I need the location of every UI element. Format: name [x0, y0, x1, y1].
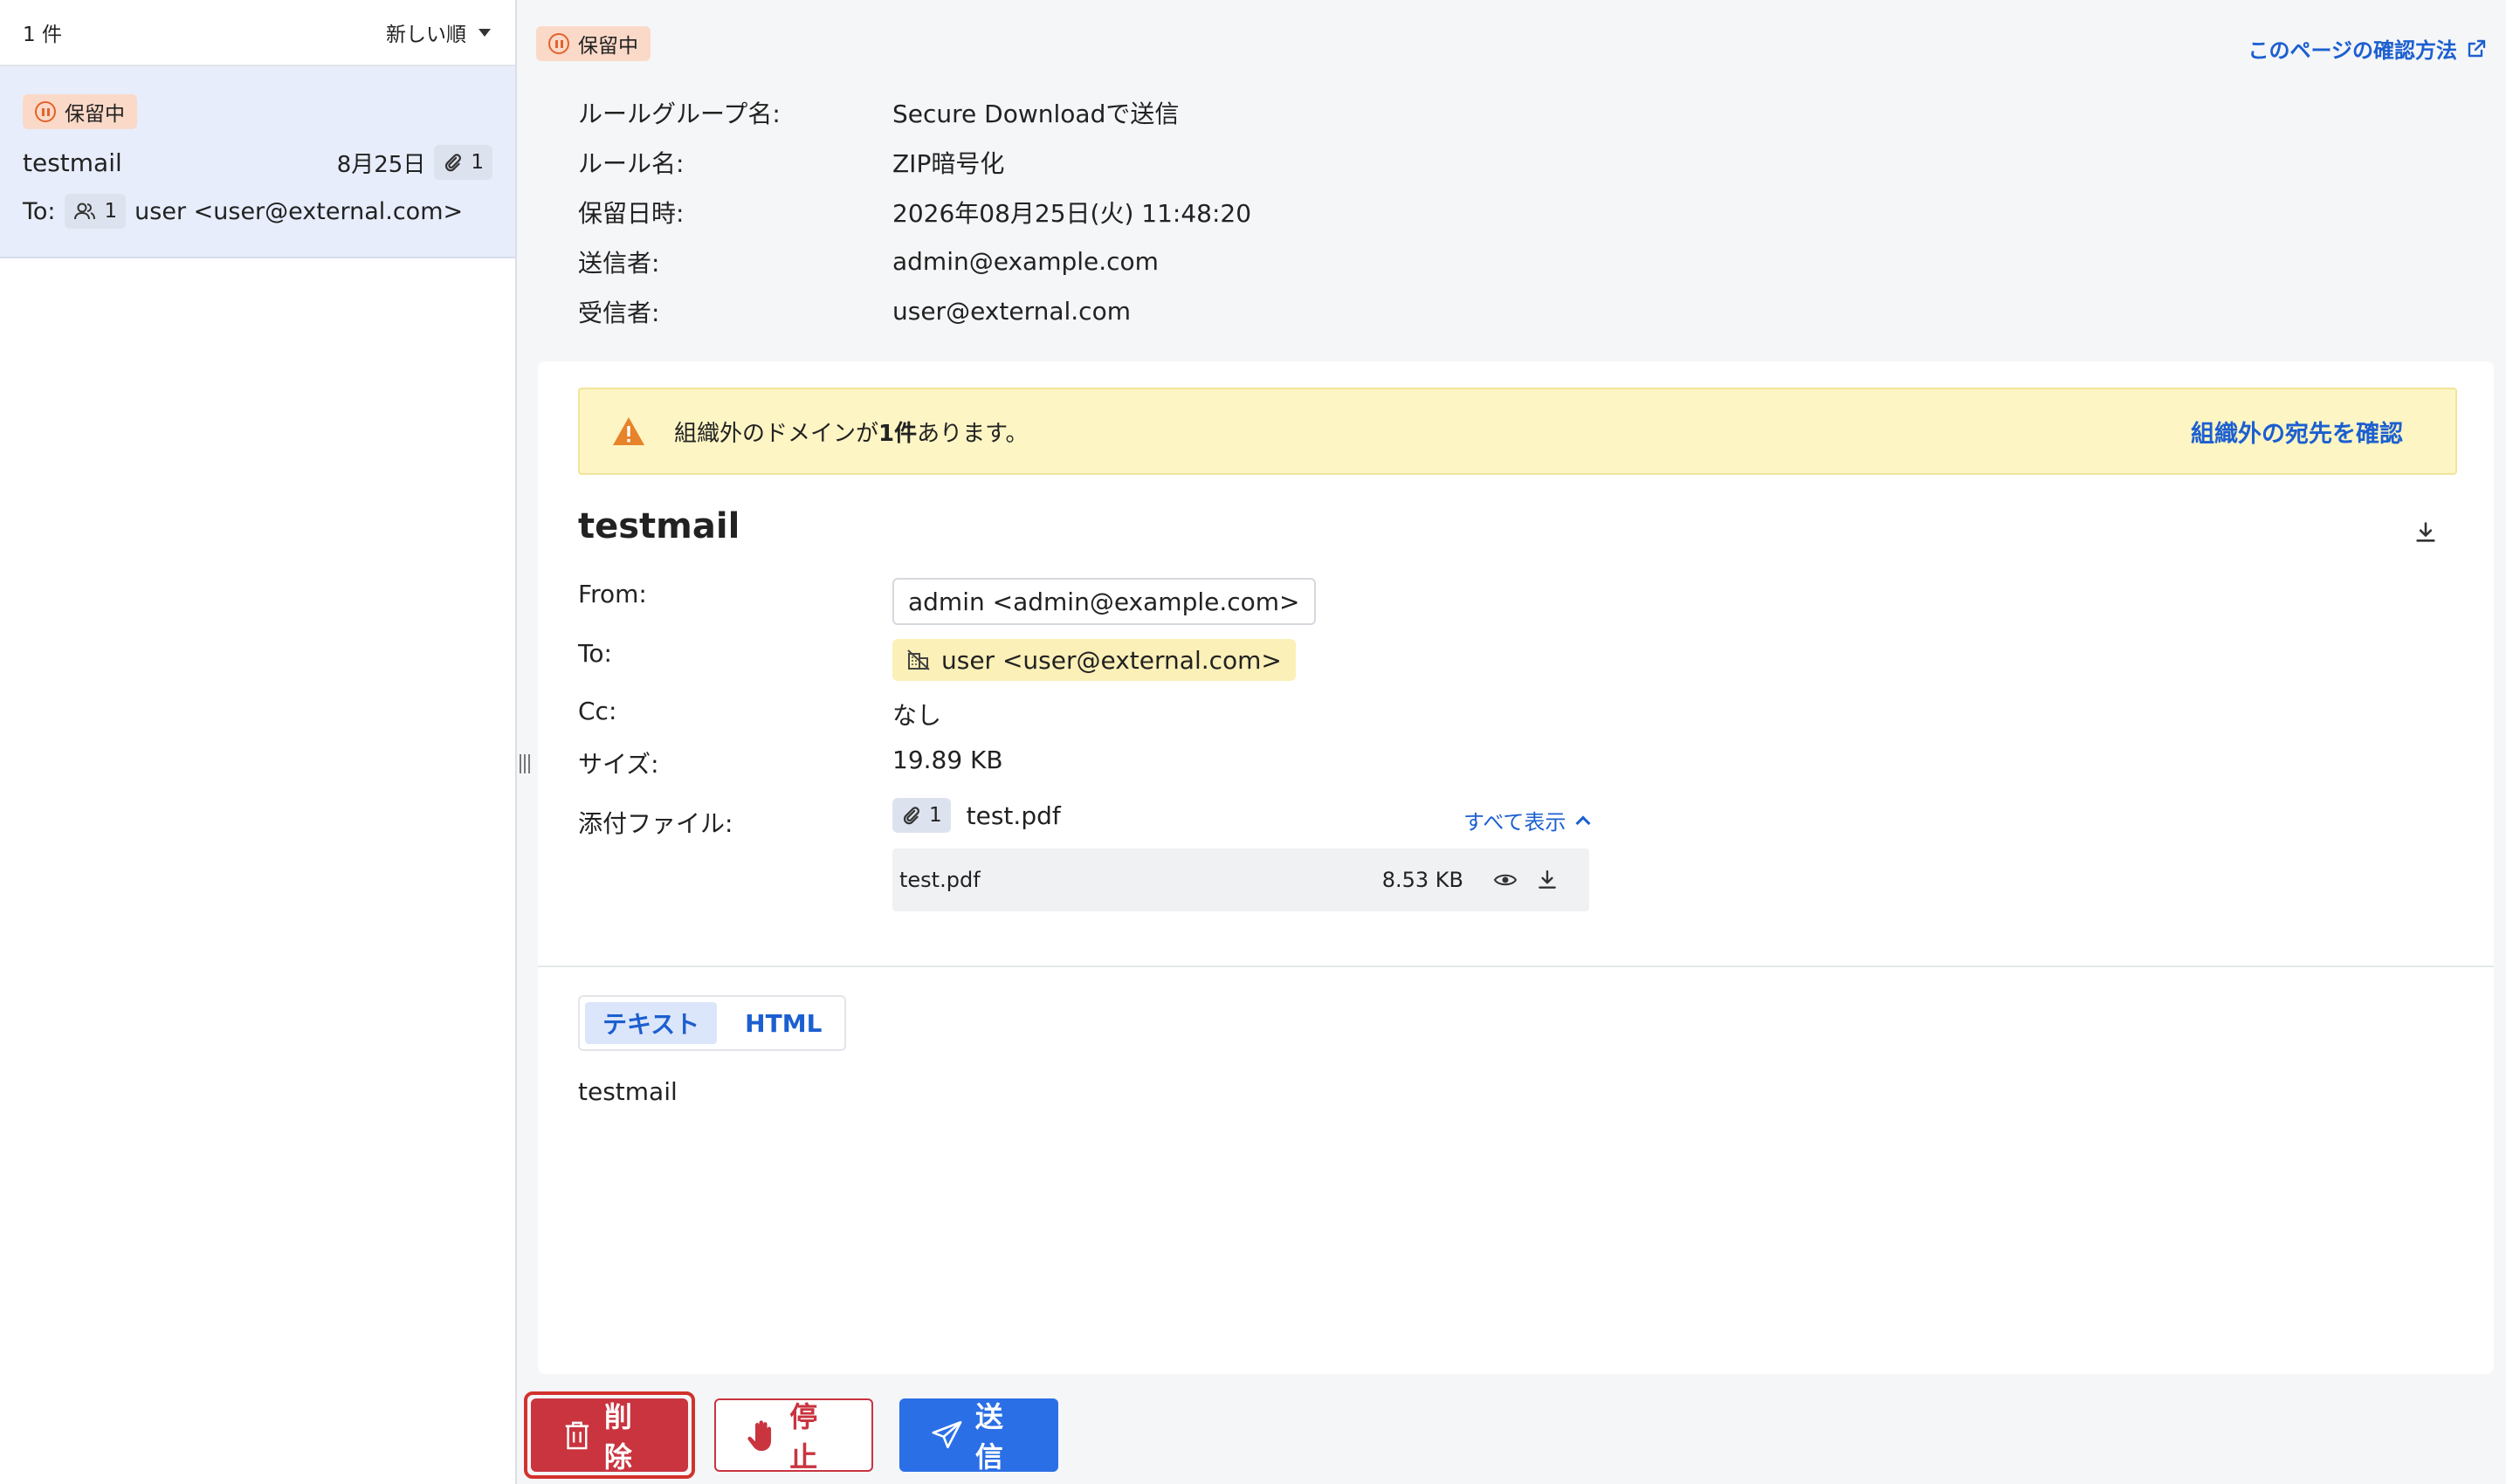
list-item[interactable]: 保留中 testmail 8月25日 1 To: 1 user <user@ex…	[0, 66, 515, 258]
eye-icon[interactable]	[1484, 859, 1526, 901]
trash-icon	[565, 1421, 589, 1450]
attachment-count: 1	[929, 804, 942, 827]
meta-value: 2026年08月25日(火) 11:48:20	[892, 198, 1252, 228]
attachment-list-item: test.pdf 8.53 KB	[892, 848, 1589, 911]
pause-icon	[35, 101, 56, 122]
stop-button[interactable]: 停止	[714, 1398, 873, 1474]
divider	[538, 965, 2494, 967]
status-label: 保留中	[578, 35, 638, 58]
list-item-date: 8月25日	[336, 151, 426, 178]
meta-value: user@external.com	[892, 297, 1131, 326]
mail-card: 組織外のドメインが1件あります。 組織外の宛先を確認 testmail From…	[538, 361, 2494, 1374]
send-label: 送信	[974, 1400, 1003, 1474]
paperclip-icon	[903, 807, 919, 825]
check-external-recipients-link[interactable]: 組織外の宛先を確認	[2191, 415, 2403, 449]
send-button[interactable]: 送信	[899, 1398, 1058, 1474]
tab-html[interactable]: HTML	[727, 1002, 839, 1044]
meta-row-hold-date: 保留日時: 2026年08月25日(火) 11:48:20	[578, 187, 1251, 237]
meta-value: Secure Downloadで送信	[892, 99, 1180, 128]
status-badge: 保留中	[23, 94, 137, 129]
sort-dropdown[interactable]: 新しい順	[386, 17, 491, 47]
meta-value: admin@example.com	[892, 247, 1159, 276]
meta-key: ルール名:	[578, 148, 685, 178]
delete-button[interactable]: 削除	[531, 1398, 688, 1474]
meta-row-rule-group: ルールグループ名: Secure Downloadで送信	[578, 87, 1251, 137]
from-field: admin <admin@example.com>	[892, 578, 1316, 625]
help-link[interactable]: このページの確認方法	[2248, 33, 2487, 64]
mail-list-pane: 1 件 新しい順 保留中 testmail 8月25日 1 To: 1 user…	[0, 0, 517, 1484]
download-icon[interactable]	[1526, 859, 1568, 901]
attachment-count: 1	[471, 151, 484, 174]
attachment-name: test.pdf	[966, 800, 1061, 830]
paper-plane-icon	[932, 1420, 962, 1449]
external-domain-icon	[907, 649, 930, 670]
list-item-recipient: user <user@external.com>	[134, 197, 464, 225]
delete-button-focus-ring: 削除	[524, 1391, 695, 1479]
download-icon[interactable]	[2405, 512, 2447, 553]
status-badge: 保留中	[536, 26, 651, 61]
meta-value: ZIP暗号化	[892, 148, 1005, 178]
attachments-label: 添付ファイル:	[578, 809, 733, 838]
meta-key: ルールグループ名:	[578, 99, 781, 128]
attachment-count-badge: 1	[434, 145, 492, 180]
meta-row-recipient: 受信者: user@external.com	[578, 286, 1251, 336]
action-bar: 削除 停止 送信	[524, 1391, 1058, 1479]
from-label: From:	[578, 580, 647, 608]
help-link-label: このページの確認方法	[2248, 38, 2457, 63]
to-prefix: To:	[23, 197, 56, 225]
show-all-label: すべて表示	[1463, 810, 1566, 835]
sort-label: 新しい順	[386, 24, 466, 46]
to-address: user <user@external.com>	[941, 645, 1282, 675]
size-value: 19.89 KB	[892, 745, 1003, 774]
chevron-down-icon	[478, 28, 491, 37]
recipient-count: 1	[104, 200, 118, 223]
cc-label: Cc:	[578, 697, 617, 725]
chevron-up-icon	[1575, 815, 1591, 830]
meta-key: 保留日時:	[578, 198, 685, 228]
to-label: To:	[578, 639, 612, 668]
meta-row-sender: 送信者: admin@example.com	[578, 237, 1251, 286]
external-recipient-chip: user <user@external.com>	[892, 639, 1296, 681]
mail-detail: 保留中 このページの確認方法 ルールグループ名: Secure Downloadで…	[519, 0, 2506, 1484]
from-address-chip: admin <admin@example.com>	[892, 578, 1316, 625]
meta-key: 受信者:	[578, 298, 660, 327]
body-format-tabs: テキスト HTML	[578, 995, 847, 1051]
list-item-subject: testmail	[23, 148, 122, 177]
external-domain-warning: 組織外のドメインが1件あります。 組織外の宛先を確認	[578, 388, 2457, 475]
tab-text[interactable]: テキスト	[585, 1002, 718, 1044]
list-count: 1 件	[23, 24, 62, 46]
show-all-attachments-toggle[interactable]: すべて表示	[1463, 805, 1591, 835]
attachment-file-name: test.pdf	[899, 868, 981, 892]
mail-subject: testmail	[578, 506, 740, 546]
external-link-icon	[2468, 39, 2486, 57]
warning-text: 組織外のドメインが1件あります。	[674, 420, 1029, 447]
delete-label: 削除	[603, 1400, 632, 1474]
attachment-count-badge: 1	[892, 798, 951, 833]
stop-label: 停止	[789, 1400, 818, 1474]
attachments-summary: 1 test.pdf	[892, 798, 1061, 833]
meta-key: 送信者:	[578, 248, 660, 278]
list-header: 1 件 新しい順	[0, 0, 515, 66]
cc-value: なし	[892, 701, 942, 730]
hand-stop-icon	[747, 1420, 772, 1452]
users-icon	[73, 203, 95, 220]
to-field: user <user@external.com>	[892, 639, 1296, 681]
status-label: 保留中	[65, 103, 125, 126]
rule-meta-table: ルールグループ名: Secure Downloadで送信 ルール名: ZIP暗号化 …	[578, 87, 1251, 336]
meta-row-rule-name: ルール名: ZIP暗号化	[578, 137, 1251, 187]
recipient-count-badge: 1	[64, 194, 127, 229]
warning-icon	[613, 417, 644, 445]
size-label: サイズ:	[578, 750, 659, 779]
mail-body-text: testmail	[578, 1077, 678, 1106]
paperclip-icon	[445, 154, 462, 172]
pause-icon	[548, 33, 569, 54]
attachment-file-size: 8.53 KB	[1381, 868, 1463, 892]
